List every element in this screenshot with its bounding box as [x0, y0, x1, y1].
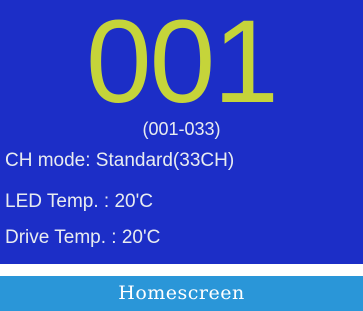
- screen-caption: Homescreen: [0, 276, 363, 311]
- channel-number: 001: [86, 0, 279, 128]
- led-temperature-status: LED Temp. : 20'C: [5, 191, 153, 212]
- channel-range: (001-033): [142, 119, 221, 139]
- ch-mode-status: CH mode: Standard(33CH): [5, 150, 235, 171]
- drive-temperature-status: Drive Temp. : 20'C: [5, 227, 161, 248]
- device-display: 001 (001-033) CH mode: Standard(33CH) LE…: [0, 0, 363, 264]
